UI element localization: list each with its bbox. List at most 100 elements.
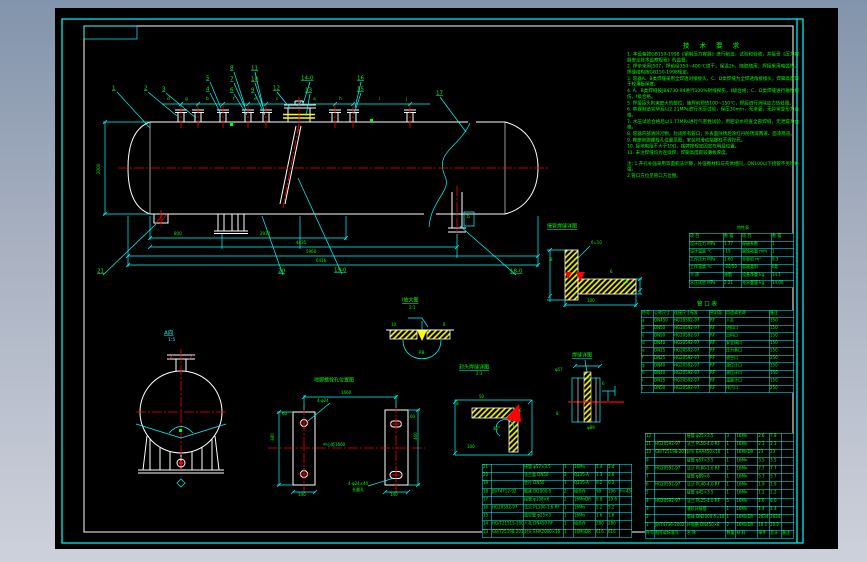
dim-label: 140 (390, 492, 398, 497)
cell: HG20592-97 (674, 340, 710, 348)
dimension-lines (103, 103, 539, 267)
cell: HG20592-97 (674, 348, 710, 355)
cell: 组合件 (573, 488, 596, 496)
cell: 出料口 (726, 333, 770, 340)
cell: HG20592-97 (674, 378, 710, 385)
saddle-left (214, 213, 248, 234)
dimension-ticks (102, 101, 541, 268)
cell (619, 472, 631, 480)
tech-requirement-item: 6. 容器制造完毕后以2.21MPa进行水压试验，保压30min，无渗漏、无异常… (627, 107, 799, 118)
table-row: d DN40 HG20592-97 RF 安全阀口 150 (641, 340, 794, 348)
cell: 垫片 DN50 (523, 480, 564, 488)
dim-label: 1660 (341, 390, 352, 395)
tech-requirement-item: 1. 本设备按GB150-1998《钢制压力容器》进行制造、试验和验收，并接受《… (627, 52, 799, 63)
detail-title-4: 焊缝详图 (572, 352, 592, 359)
dim-label: 4435 (296, 240, 307, 245)
dim-label: 460 (413, 432, 419, 440)
detail-nozzle-weld (568, 359, 624, 423)
callout-19: 19-0 (334, 266, 347, 273)
dim-label: 8 (550, 257, 553, 262)
cell: 23 (770, 449, 782, 458)
cell: 20.2 (770, 522, 782, 531)
cell: e (642, 348, 654, 355)
bom-right: 12 接管 φ25×3.5 3 16Mn 2.6 7.8 11 HG20592-97 法兰 PL… (645, 433, 794, 539)
cell: 5.2 (607, 504, 620, 513)
cell: HG20592-97 (654, 466, 687, 474)
callout-11: 11 (251, 64, 258, 71)
cell: 280 (595, 520, 608, 529)
cell: 接管 φ25×3.5 (686, 433, 726, 442)
cell: 3.5 (770, 457, 782, 466)
cell (654, 474, 687, 482)
table-row: 21 接管 φ57×3.5 1 16Mn 5.4 5.4 (482, 464, 632, 473)
cell: 150 (770, 348, 778, 353)
cell: 1.2 (770, 490, 782, 498)
cell: 2.3 (758, 441, 770, 450)
cell: 16Mn (736, 441, 758, 450)
cell: HG20592-97 (654, 498, 687, 507)
callout-16: 16 (357, 74, 364, 81)
bom-left: 21 接管 φ57×3.5 1 16Mn 5.4 5.4 20 法兰盖 DN50 2 Q235-A… (482, 463, 632, 537)
cell: 16MnDR (573, 496, 596, 504)
dim-label: 8 (443, 322, 446, 327)
cell: 3 (726, 433, 736, 442)
table-row: 5 接管 φ45×3.5 1 16Mn 1.2 1.2 (645, 490, 794, 499)
cell: 放空口 (726, 355, 770, 363)
cell: 数量 (726, 530, 736, 539)
cell: 6 (646, 482, 655, 490)
cell: 法兰 PL100-1.6 RF (523, 504, 564, 513)
cell (782, 515, 794, 523)
callout-2: 2 (144, 84, 148, 91)
dim-label: 2000 (96, 163, 102, 174)
cell: 接管 φ108×6 (523, 496, 564, 504)
cell: 法兰 PL80-1.6 RF (686, 466, 726, 474)
cell: 1 (726, 449, 736, 458)
cell: 16Mn (573, 504, 596, 513)
table-row: 20 法兰盖 DN50 2 Q235-A 1.3 2.6 (482, 472, 632, 481)
cell: 20 (483, 472, 492, 480)
dip-pipe (279, 125, 302, 205)
cell: 1 (563, 464, 574, 472)
dim-label: 6 (602, 381, 605, 386)
cell: 16Mn (573, 512, 596, 521)
cell: RF (710, 325, 726, 333)
cell: HG20592-97 (492, 504, 524, 513)
cell (619, 521, 631, 529)
callout-17: 17 (436, 89, 443, 96)
cell: RF (710, 348, 726, 355)
callout-5: 5 (206, 74, 210, 81)
cell: 7.8 (770, 433, 782, 442)
callout-15: 15 (357, 85, 364, 92)
detail-title-3: 接管焊缝详图 (547, 223, 577, 230)
cell: 150 (770, 340, 778, 345)
cell: 8 (646, 466, 655, 474)
cell: 18 (483, 488, 492, 496)
cell: 鞍座 BⅠ2000-S (523, 488, 564, 496)
callout-18: 18-0 (510, 267, 523, 274)
cell: 1 (726, 441, 736, 450)
cell (619, 496, 631, 504)
table-row: f DN25 HG20592-97 RF 放空口 250 (641, 355, 794, 363)
cell: 16MnDR (736, 514, 758, 523)
cell: DN40 (654, 340, 674, 348)
cell: 16Mn (736, 482, 758, 490)
cell: 9.8 (595, 496, 608, 504)
table-row: i DN25 HG20592-97 RF 温度计口 150 (641, 378, 794, 386)
cell: 5.7 (758, 474, 770, 482)
technical-requirements: 技 术 要 求 1. 本设备按GB150-1998《钢制压力容器》进行制造、试验… (627, 40, 799, 320)
section-diamond (176, 478, 186, 488)
cell: 13 (483, 528, 492, 537)
cell: DN25 (654, 355, 674, 363)
dim-label: 5960 (306, 249, 317, 254)
cell: 280 (607, 520, 620, 529)
cell: 616 (595, 528, 608, 537)
cell: 250 (770, 355, 778, 360)
dim-label: 6416 (316, 258, 327, 263)
callout-3: 3 (162, 85, 166, 92)
cell: 1 (726, 482, 736, 490)
dim-label: 140 (298, 492, 306, 497)
dim-label: 8 (456, 401, 459, 406)
table-row: j DN50 HG20592-97 RF 排污口 250 (642, 385, 794, 393)
nozzle-mark-g: g (185, 96, 188, 102)
cell: 压力表口 (726, 348, 770, 355)
